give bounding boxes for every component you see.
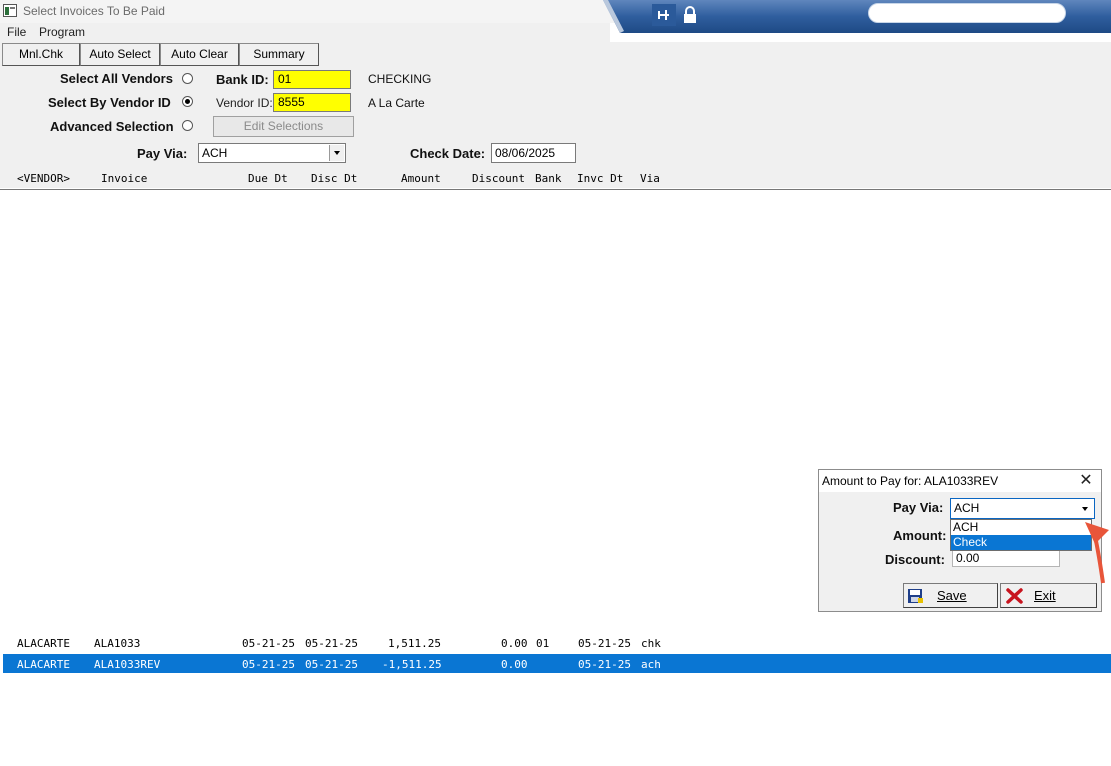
check-date-input[interactable]: 08/06/2025 [491, 143, 576, 163]
summary-button[interactable]: Summary [239, 43, 319, 66]
save-button[interactable]: Save [903, 583, 998, 608]
dialog-discount-label: Discount: [885, 552, 945, 567]
table-row-selected[interactable] [3, 654, 1111, 673]
window-title: Select Invoices To Be Paid [23, 4, 165, 18]
dialog-pay-via-value: ACH [954, 501, 980, 515]
dropdown-option-check[interactable]: Check [951, 535, 1091, 550]
dropdown-option-ach[interactable]: ACH [951, 520, 1091, 535]
cell-vendor: ALACARTE [17, 637, 70, 650]
cell-invc-dt: 05-21-25 [578, 637, 631, 650]
cell-discount: 0.00 [501, 637, 528, 650]
edit-selections-button[interactable]: Edit Selections [213, 116, 354, 137]
search-input[interactable] [868, 3, 1066, 23]
pay-via-label: Pay Via: [137, 146, 188, 161]
cell-via: chk [641, 637, 661, 650]
auto-select-button[interactable]: Auto Select [80, 43, 160, 66]
chevron-down-icon[interactable] [329, 145, 344, 161]
col-bank[interactable]: Bank [535, 172, 562, 185]
grid-divider [0, 189, 1111, 190]
col-via[interactable]: Via [640, 172, 660, 185]
dialog-title: Amount to Pay for: ALA1033REV [822, 474, 999, 488]
advanced-selection-label: Advanced Selection [50, 119, 174, 134]
dialog-amount-label: Amount: [893, 528, 947, 543]
select-by-vendor-label: Select By Vendor ID [48, 95, 171, 110]
bank-name: CHECKING [368, 72, 432, 86]
auto-clear-button[interactable]: Auto Clear [160, 43, 239, 66]
app-icon [3, 4, 17, 17]
cell-due-dt: 05-21-25 [242, 658, 295, 671]
vendor-name: A La Carte [368, 96, 425, 110]
col-discount[interactable]: Discount [472, 172, 525, 185]
vendor-id-label: Vendor ID: [216, 96, 273, 110]
exit-button[interactable]: Exit [1000, 583, 1097, 608]
dialog-pay-via-label: Pay Via: [893, 500, 944, 515]
cell-discount: 0.00 [501, 658, 528, 671]
lock-icon[interactable] [680, 5, 700, 25]
col-invc-dt[interactable]: Invc Dt [577, 172, 623, 185]
pay-via-value: ACH [202, 146, 228, 160]
cell-via: ach [641, 658, 661, 671]
select-all-vendors-label: Select All Vendors [60, 71, 173, 86]
bank-id-input[interactable]: 01 [273, 70, 351, 89]
check-date-label: Check Date: [410, 146, 486, 161]
vendor-id-input[interactable]: 8555 [273, 93, 351, 112]
close-icon[interactable]: ✕ [1078, 473, 1094, 489]
cell-disc-dt: 05-21-25 [305, 637, 358, 650]
cell-due-dt: 05-21-25 [242, 637, 295, 650]
pin-icon[interactable] [652, 4, 676, 26]
pay-via-select[interactable]: ACH [198, 143, 346, 163]
col-vendor[interactable]: <VENDOR> [17, 172, 70, 185]
dialog-pay-via-select[interactable]: ACH [950, 498, 1095, 519]
cell-vendor: ALACARTE [17, 658, 70, 671]
dialog-discount-input[interactable]: 0.00 [952, 549, 1060, 567]
cell-invc-dt: 05-21-25 [578, 658, 631, 671]
menu-program[interactable]: Program [39, 25, 85, 39]
cell-invoice: ALA1033 [94, 637, 141, 650]
select-by-vendor-radio[interactable] [182, 96, 193, 107]
menu-file[interactable]: File [7, 25, 26, 39]
cell-invoice: ALA1033REV [94, 658, 161, 671]
cell-amount: 1,511.25 [388, 637, 441, 650]
advanced-selection-radio[interactable] [182, 120, 193, 131]
cell-disc-dt: 05-21-25 [305, 658, 358, 671]
select-all-vendors-radio[interactable] [182, 73, 193, 84]
col-invoice[interactable]: Invoice [101, 172, 147, 185]
cell-amount: -1,511.25 [382, 658, 442, 671]
save-label: Save [937, 588, 967, 603]
col-due-dt[interactable]: Due Dt [248, 172, 288, 185]
exit-x-icon [1006, 588, 1023, 604]
cell-bank: 01 [536, 637, 550, 650]
exit-label: Exit [1034, 588, 1056, 603]
menu-bar [0, 23, 610, 42]
save-disk-icon [908, 589, 923, 603]
col-amount[interactable]: Amount [401, 172, 441, 185]
annotation-arrow [1085, 522, 1109, 584]
manual-check-button[interactable]: Mnl.Chk [2, 43, 80, 66]
bank-id-label: Bank ID: [216, 72, 269, 87]
col-disc-dt[interactable]: Disc Dt [311, 172, 357, 185]
